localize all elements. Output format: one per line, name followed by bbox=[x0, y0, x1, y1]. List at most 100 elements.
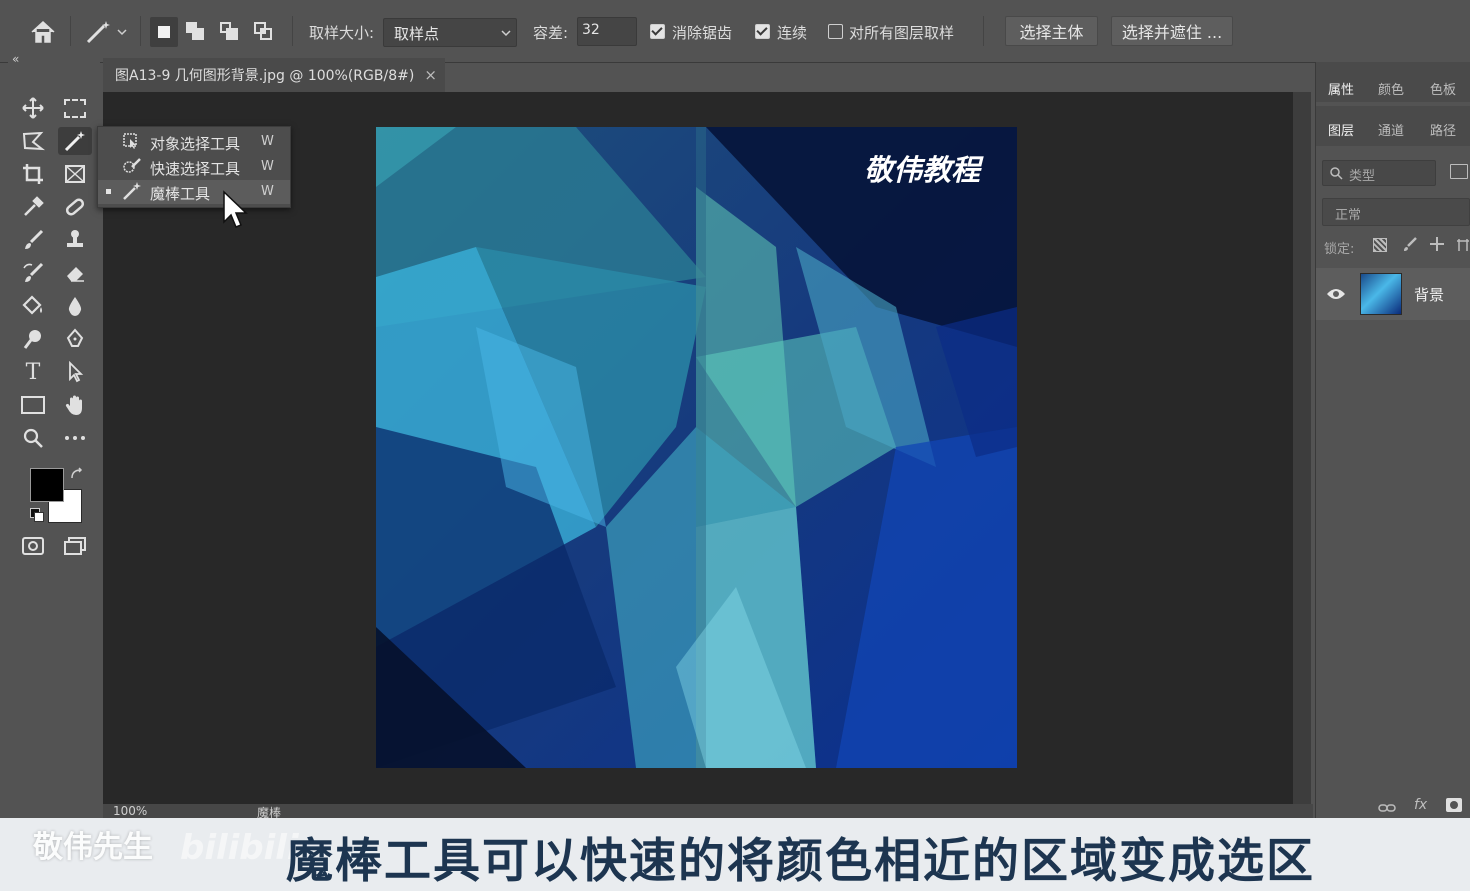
flyout-item-object-selection[interactable]: 对象选择工具 W bbox=[98, 130, 290, 154]
right-panel: 属性 颜色 色板 图层 通道 路径 类型 正常 锁定: 背景 fx bbox=[1315, 62, 1470, 818]
lasso-tool-icon[interactable] bbox=[16, 127, 50, 155]
blur-tool-icon[interactable] bbox=[58, 292, 92, 320]
tab-channels[interactable]: 通道 bbox=[1378, 120, 1404, 139]
layer-thumbnail bbox=[1360, 273, 1402, 315]
tab-color[interactable]: 颜色 bbox=[1378, 79, 1404, 98]
sample-size-value: 取样点 bbox=[394, 25, 440, 43]
hand-tool-icon[interactable] bbox=[58, 391, 92, 419]
swap-colors-icon[interactable] bbox=[70, 466, 84, 480]
quick-selection-icon bbox=[122, 157, 142, 179]
selected-bullet-icon bbox=[106, 189, 111, 194]
dodge-tool-icon[interactable] bbox=[16, 325, 50, 353]
anti-alias-label: 消除锯齿 bbox=[672, 24, 733, 42]
vertical-scrollbar[interactable] bbox=[1293, 92, 1311, 804]
lock-artboard-icon[interactable] bbox=[1456, 237, 1470, 251]
layer-filter-value: 类型 bbox=[1349, 169, 1376, 184]
flyout-shortcut: W bbox=[261, 159, 274, 174]
document-tab[interactable]: 图A13-9 几何图形背景.jpg @ 100%(RGB/8#) × bbox=[103, 58, 445, 92]
flyout-label: 对象选择工具 bbox=[150, 135, 241, 153]
blend-mode-select[interactable]: 正常 bbox=[1322, 198, 1470, 226]
layer-row-background[interactable]: 背景 bbox=[1316, 268, 1470, 320]
crop-tool-icon[interactable] bbox=[16, 160, 50, 188]
image-watermark: 敬伟教程 bbox=[864, 153, 981, 187]
select-subject-button[interactable]: 选择主体 bbox=[1005, 16, 1098, 46]
pen-tool-icon[interactable] bbox=[58, 325, 92, 353]
tab-swatches[interactable]: 色板 bbox=[1430, 79, 1456, 98]
eraser-tool-icon[interactable] bbox=[58, 259, 92, 287]
layer-name: 背景 bbox=[1414, 286, 1445, 304]
layer-filter-select[interactable]: 类型 bbox=[1322, 160, 1436, 186]
flyout-item-magic-wand[interactable]: 魔棒工具 W bbox=[98, 180, 290, 204]
default-colors-icon[interactable] bbox=[30, 508, 44, 522]
flyout-shortcut: W bbox=[261, 184, 274, 199]
tab-paths[interactable]: 路径 bbox=[1430, 120, 1456, 139]
anti-alias-checkbox[interactable] bbox=[650, 24, 665, 39]
rectangle-tool-icon[interactable] bbox=[16, 391, 50, 419]
lock-pixels-icon[interactable] bbox=[1402, 236, 1418, 252]
link-layers-icon[interactable] bbox=[1378, 799, 1396, 812]
magic-wand-tool-icon[interactable] bbox=[58, 127, 92, 155]
subtitle-text: 魔棒工具可以快速的将颜色相近的区域变成选区 bbox=[286, 834, 1315, 889]
sample-size-select[interactable]: 取样点 bbox=[383, 18, 517, 47]
bilibili-logo: bilibili bbox=[180, 828, 299, 868]
filter-image-icon[interactable] bbox=[1450, 164, 1468, 179]
document-title: 图A13-9 几何图形背景.jpg @ 100%(RGB/8#) bbox=[115, 68, 415, 84]
move-tool-icon[interactable] bbox=[16, 94, 50, 122]
close-tab-icon[interactable]: × bbox=[424, 66, 437, 84]
tolerance-input[interactable]: 32 bbox=[577, 17, 637, 46]
healing-brush-icon[interactable] bbox=[58, 193, 92, 221]
flyout-label: 快速选择工具 bbox=[150, 160, 241, 178]
quick-mask-icon[interactable] bbox=[16, 532, 50, 560]
chevron-down-icon bbox=[501, 30, 511, 37]
collapse-toolbar-icon[interactable]: « bbox=[12, 52, 19, 66]
tolerance-value: 32 bbox=[582, 22, 600, 38]
foreground-color-swatch[interactable] bbox=[30, 468, 64, 502]
contiguous-checkbox[interactable] bbox=[755, 24, 770, 39]
new-selection-icon[interactable] bbox=[150, 17, 178, 47]
mouse-cursor-icon bbox=[222, 190, 250, 232]
paint-bucket-icon[interactable] bbox=[16, 292, 50, 320]
path-selection-icon[interactable] bbox=[58, 358, 92, 386]
history-brush-icon[interactable] bbox=[16, 259, 50, 287]
tolerance-label: 容差: bbox=[533, 24, 569, 42]
status-bar: 100% 魔棒 bbox=[103, 804, 1313, 820]
object-selection-icon bbox=[122, 132, 140, 154]
add-mask-icon[interactable] bbox=[1446, 798, 1462, 812]
document-image[interactable]: 敬伟教程 bbox=[376, 127, 1017, 768]
tab-properties[interactable]: 属性 bbox=[1328, 79, 1354, 98]
tools-panel: « T bbox=[8, 52, 100, 814]
subtract-from-selection-icon[interactable] bbox=[220, 22, 242, 44]
lock-label: 锁定: bbox=[1324, 242, 1355, 257]
screen-mode-icon[interactable] bbox=[58, 532, 92, 560]
home-icon[interactable] bbox=[28, 18, 58, 46]
clone-stamp-icon[interactable] bbox=[58, 226, 92, 254]
select-and-mask-button[interactable]: 选择并遮住 ... bbox=[1111, 16, 1233, 46]
eyedropper-tool-icon[interactable] bbox=[16, 193, 50, 221]
lock-transparency-icon[interactable] bbox=[1373, 238, 1387, 252]
add-to-selection-icon[interactable] bbox=[186, 22, 208, 44]
flyout-item-quick-selection[interactable]: 快速选择工具 W bbox=[98, 155, 290, 179]
eye-icon[interactable] bbox=[1326, 287, 1346, 301]
flyout-shortcut: W bbox=[261, 134, 274, 149]
type-tool-icon[interactable]: T bbox=[16, 358, 50, 386]
zoom-level[interactable]: 100% bbox=[113, 804, 147, 818]
options-bar: 取样大小: 取样点 容差: 32 消除锯齿 连续 对所有图层取样 选择主体 选择… bbox=[0, 0, 1470, 63]
frame-tool-icon[interactable] bbox=[58, 160, 92, 188]
blend-mode-value: 正常 bbox=[1335, 208, 1362, 223]
lock-position-icon[interactable] bbox=[1429, 236, 1445, 252]
brush-tool-icon[interactable] bbox=[16, 226, 50, 254]
channel-watermark: 敬伟先生 bbox=[33, 830, 153, 865]
tab-layers[interactable]: 图层 bbox=[1328, 120, 1354, 139]
flyout-label: 魔棒工具 bbox=[150, 185, 211, 203]
marquee-tool-icon[interactable] bbox=[58, 94, 92, 122]
search-icon bbox=[1330, 167, 1343, 180]
selection-tools-flyout: 对象选择工具 W 快速选择工具 W 魔棒工具 W bbox=[97, 126, 291, 208]
zoom-tool-icon[interactable] bbox=[16, 424, 50, 452]
contiguous-label: 连续 bbox=[777, 24, 808, 42]
all-layers-checkbox[interactable] bbox=[828, 24, 843, 39]
fx-icon[interactable]: fx bbox=[1414, 797, 1427, 813]
magic-wand-preset-icon[interactable] bbox=[84, 18, 130, 46]
intersect-selection-icon[interactable] bbox=[254, 22, 276, 44]
more-tools-icon[interactable] bbox=[58, 424, 92, 452]
sample-size-label: 取样大小: bbox=[309, 24, 375, 42]
